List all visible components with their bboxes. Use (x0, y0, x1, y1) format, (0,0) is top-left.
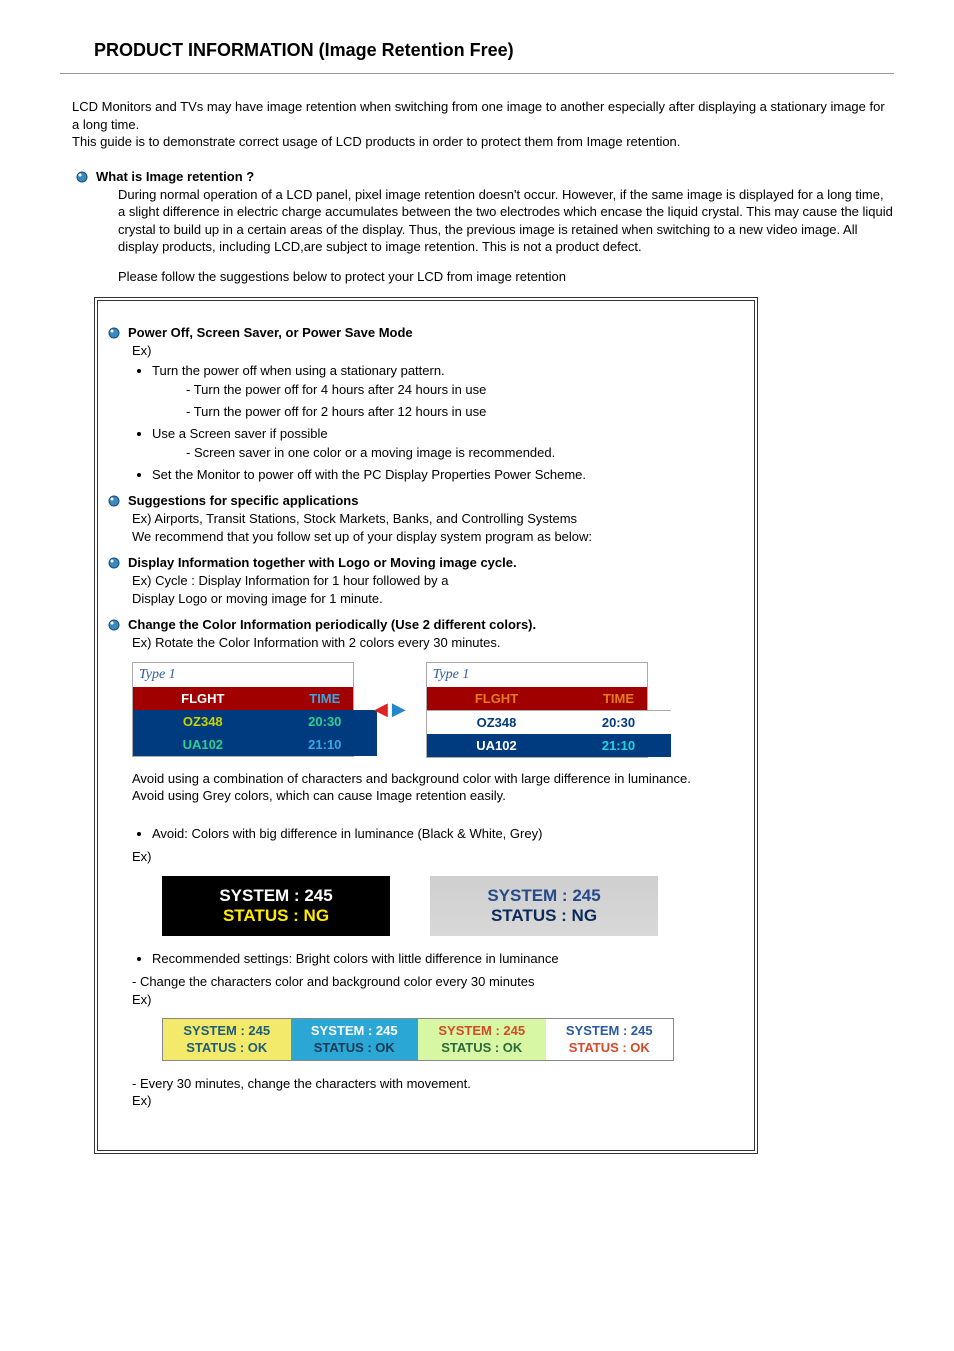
box-b-body: Ex) Airports, Transit Stations, Stock Ma… (108, 510, 732, 545)
suggestions-box: Power Off, Screen Saver, or Power Save M… (94, 297, 758, 1154)
box-a: Power Off, Screen Saver, or Power Save M… (108, 325, 732, 340)
section-1-heading: What is Image retention ? (96, 169, 254, 184)
box-e-rec: Recommended settings: Bright colors with… (152, 950, 732, 968)
system-example: SYSTEM : 245 STATUS : NG SYSTEM : 245 ST… (108, 876, 732, 936)
rec-cell-2: SYSTEM : 245 STATUS : OK (418, 1019, 546, 1060)
box-d-heading: Change the Color Information periodicall… (128, 617, 536, 632)
intro-line-1: LCD Monitors and TVs may have image rete… (72, 98, 894, 133)
box-e: Recommended settings: Bright colors with… (108, 950, 732, 1009)
rec-cell-3: SYSTEM : 245 STATUS : OK (546, 1019, 674, 1060)
box-a-li2: Use a Screen saver if possible - Screen … (152, 425, 732, 462)
intro-block: LCD Monitors and TVs may have image rete… (60, 98, 894, 151)
box-d: Change the Color Information periodicall… (108, 617, 732, 632)
box-a-li1: Turn the power off when using a stationa… (152, 362, 732, 421)
bullet-icon (108, 495, 120, 507)
flight-table-a: Type 1 FLGHT TIME OZ348 20:30 UA102 21:1… (132, 662, 354, 757)
swap-arrows-icon: ◀▶ (374, 699, 406, 720)
page-title: PRODUCT INFORMATION (Image Retention Fre… (60, 40, 894, 67)
box-d-avoid: Avoid: Colors with big difference in lum… (152, 825, 732, 843)
box-c-heading: Display Information together with Logo o… (128, 555, 517, 570)
bullet-icon (108, 327, 120, 339)
rec-cell-1: SYSTEM : 245 STATUS : OK (291, 1019, 419, 1060)
flight-table-b: Type 1 FLGHT TIME OZ348 20:30 UA102 21:1… (426, 662, 648, 758)
box-f: - Every 30 minutes, change the character… (108, 1075, 732, 1110)
flight-a-label: Type 1 (133, 663, 353, 687)
box-a-li3: Set the Monitor to power off with the PC… (152, 466, 732, 484)
intro-line-2: This guide is to demonstrate correct usa… (72, 133, 894, 151)
box-d-body: Ex) Rotate the Color Information with 2 … (108, 634, 732, 652)
section-1-body: During normal operation of a LCD panel, … (76, 186, 894, 256)
box-a-ex: Ex) (132, 342, 732, 360)
box-a-body: Ex) Turn the power off when using a stat… (108, 342, 732, 483)
box-c-body: Ex) Cycle : Display Information for 1 ho… (108, 572, 732, 607)
rec-cell-0: SYSTEM : 245 STATUS : OK (163, 1019, 291, 1060)
box-c: Display Information together with Logo o… (108, 555, 732, 570)
separator (60, 73, 894, 74)
flight-example: Type 1 FLGHT TIME OZ348 20:30 UA102 21:1… (108, 662, 732, 758)
flight-b-label: Type 1 (427, 663, 647, 687)
bullet-icon (76, 171, 88, 183)
bullet-icon (108, 557, 120, 569)
section-1: What is Image retention ? (76, 169, 894, 184)
box-b-heading: Suggestions for specific applications (128, 493, 358, 508)
box-b: Suggestions for specific applications (108, 493, 732, 508)
system-panel-grey: SYSTEM : 245 STATUS : NG (430, 876, 658, 936)
system-panel-black: SYSTEM : 245 STATUS : NG (162, 876, 390, 936)
recommended-strip: SYSTEM : 245 STATUS : OK SYSTEM : 245 ST… (162, 1018, 674, 1061)
section-1-follow: Please follow the suggestions below to p… (76, 268, 894, 286)
bullet-icon (108, 619, 120, 631)
box-a-heading: Power Off, Screen Saver, or Power Save M… (128, 325, 413, 340)
box-d-notes: Avoid using a combination of characters … (108, 770, 732, 866)
